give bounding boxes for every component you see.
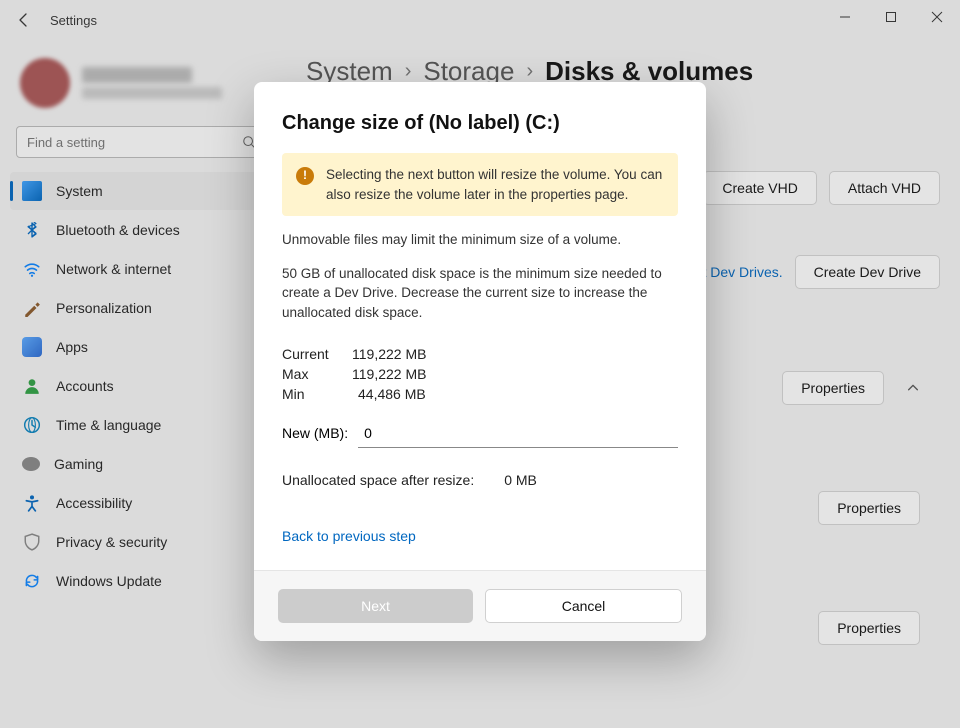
sidebar-item-label: Personalization [56,300,152,316]
warning-icon: ! [296,167,314,185]
maximize-button[interactable] [868,0,914,34]
sidebar-item-label: Accessibility [56,495,132,511]
info-text: Selecting the next button will resize th… [326,165,664,204]
privacy-icon [22,532,42,552]
min-value: 44,486 MB [358,386,426,402]
chevron-up-icon [906,381,920,395]
dialog-title: Change size of (No label) (C:) [282,112,678,135]
cancel-button[interactable]: Cancel [485,589,682,623]
update-icon [22,571,42,591]
sidebar-item-gaming[interactable]: Gaming [10,445,270,483]
properties-button[interactable]: Properties [818,491,920,525]
sidebar-item-accounts[interactable]: Accounts [10,367,270,405]
arrow-left-icon [16,12,32,28]
close-icon [931,11,943,23]
chevron-right-icon: › [405,60,412,83]
create-vhd-button[interactable]: Create VHD [703,171,816,205]
sidebar-item-personalization[interactable]: Personalization [10,289,270,327]
nav-list: System Bluetooth & devices Network & int… [10,172,270,600]
system-icon [22,181,42,201]
maximize-icon [885,11,897,23]
current-label: Current [282,346,344,362]
sidebar-item-label: Bluetooth & devices [56,222,180,238]
bluetooth-icon [22,220,42,240]
accounts-icon [22,376,42,396]
sidebar-item-label: System [56,183,103,199]
new-size-label: New (MB): [282,425,348,441]
time-icon [22,415,42,435]
search-input[interactable] [16,126,264,158]
sidebar-item-privacy[interactable]: Privacy & security [10,523,270,561]
properties-button[interactable]: Properties [818,611,920,645]
sidebar-item-apps[interactable]: Apps [10,328,270,366]
sidebar-item-label: Privacy & security [56,534,167,550]
dialog-footer: Next Cancel [254,570,706,641]
sidebar-item-label: Time & language [56,417,161,433]
new-size-input[interactable] [358,418,678,448]
max-value: 119,222 MB [352,366,426,382]
titlebar: Settings [0,0,960,40]
window-title: Settings [50,13,97,28]
size-table: Current 119,222 MB Max 119,222 MB Min 44,48… [282,342,678,406]
network-icon [22,259,42,279]
info-bar: ! Selecting the next button will resize … [282,153,678,216]
personalization-icon [22,298,42,318]
profile-name [82,67,192,83]
sidebar-item-label: Accounts [56,378,114,394]
properties-button[interactable]: Properties [782,371,884,405]
min-label: Min [282,386,344,402]
sidebar-item-label: Windows Update [56,573,162,589]
sidebar: System Bluetooth & devices Network & int… [0,40,280,728]
profile-text [82,67,222,99]
avatar [20,58,70,108]
create-dev-drive-button[interactable]: Create Dev Drive [795,255,940,289]
sidebar-item-accessibility[interactable]: Accessibility [10,484,270,522]
search-box[interactable] [16,126,264,158]
sidebar-item-bluetooth[interactable]: Bluetooth & devices [10,211,270,249]
minimize-button[interactable] [822,0,868,34]
sidebar-item-time[interactable]: Time & language [10,406,270,444]
unallocated-label: Unallocated space after resize: [282,472,474,488]
chevron-right-icon: › [526,60,533,83]
devdrive-text: 50 GB of unallocated disk space is the m… [282,264,678,323]
gaming-icon [22,457,40,471]
unmovable-text: Unmovable files may limit the minimum si… [282,230,678,250]
current-value: 119,222 MB [352,346,426,362]
sidebar-item-label: Gaming [54,456,103,472]
next-button: Next [278,589,473,623]
max-label: Max [282,366,344,382]
minimize-icon [839,11,851,23]
back-button[interactable] [8,4,40,36]
window-controls [822,0,960,34]
dev-drives-link[interactable]: ut Dev Drives. [695,264,783,280]
back-link[interactable]: Back to previous step [282,488,678,544]
sidebar-item-network[interactable]: Network & internet [10,250,270,288]
unallocated-row: Unallocated space after resize: 0 MB [282,472,678,488]
close-button[interactable] [914,0,960,34]
sidebar-item-label: Network & internet [56,261,171,277]
profile-header[interactable] [10,50,270,126]
sidebar-item-label: Apps [56,339,88,355]
accessibility-icon [22,493,42,513]
sidebar-item-system[interactable]: System [10,172,270,210]
apps-icon [22,337,42,357]
attach-vhd-button[interactable]: Attach VHD [829,171,940,205]
profile-email [82,87,222,99]
unallocated-value: 0 MB [504,472,537,488]
sidebar-item-update[interactable]: Windows Update [10,562,270,600]
new-size-row: New (MB): [282,418,678,448]
resize-dialog: Change size of (No label) (C:) ! Selecti… [254,82,706,641]
volume-row[interactable]: Properties [300,721,940,728]
